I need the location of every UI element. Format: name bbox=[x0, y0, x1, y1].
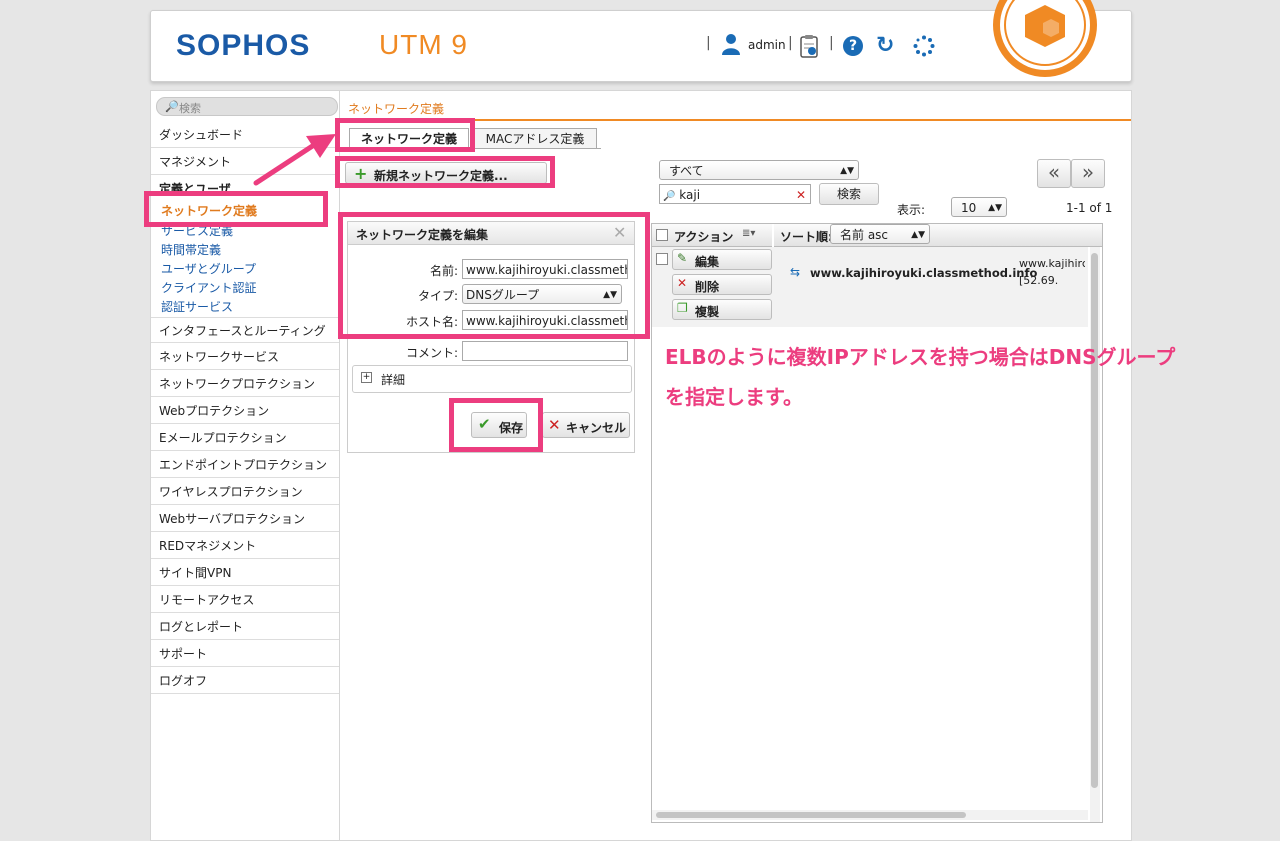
vertical-scrollbar[interactable] bbox=[1090, 247, 1100, 822]
sidebar-subitem-users-groups[interactable]: ユーザとグループ bbox=[161, 260, 256, 277]
product-name: UTM 9 bbox=[379, 29, 468, 60]
header-separator: | bbox=[706, 35, 711, 51]
page-size-value: 10 bbox=[961, 201, 977, 215]
sidebar-item-logoff[interactable]: ログオフ bbox=[151, 668, 339, 694]
select-arrows-icon: ▲▼ bbox=[840, 166, 854, 176]
highlight-new-definition-button bbox=[335, 156, 555, 188]
row-hostname-value: www.kajihirc bbox=[1019, 257, 1085, 270]
row-clone-button[interactable]: ❐ 複製 bbox=[672, 299, 772, 320]
search-icon: 🔎 bbox=[165, 100, 179, 113]
expand-icon[interactable]: + bbox=[361, 372, 372, 383]
next-page-button[interactable]: » bbox=[1071, 159, 1105, 188]
select-arrows-icon: ▲▼ bbox=[911, 230, 925, 240]
sidebar-subitem-client-auth[interactable]: クライアント認証 bbox=[161, 279, 257, 296]
tab-mac-definitions[interactable]: MACアドレス定義 bbox=[473, 128, 597, 149]
sidebar-item-support[interactable]: サポート bbox=[151, 641, 339, 667]
help-icon[interactable]: ? bbox=[843, 36, 863, 56]
comment-input[interactable] bbox=[462, 341, 628, 361]
activity-spinner-icon bbox=[913, 35, 935, 57]
sort-header: ソート順: 名前 asc ▲▼ bbox=[774, 224, 1102, 247]
sidebar-subitem-time-definitions[interactable]: 時間帯定義 bbox=[161, 241, 221, 258]
highlight-save-button bbox=[449, 398, 543, 452]
row-edit-label: 編集 bbox=[695, 255, 720, 269]
details-label: 詳細 bbox=[381, 373, 406, 387]
clipboard-icon[interactable] bbox=[799, 34, 819, 58]
sidebar-item-red-management[interactable]: REDマネジメント bbox=[151, 533, 339, 559]
row-delete-label: 削除 bbox=[695, 280, 720, 294]
comment-label: コメント: bbox=[405, 346, 458, 360]
result-range: 1-1 of 1 bbox=[1066, 201, 1113, 215]
sidebar-item-site-to-site-vpn[interactable]: サイト間VPN bbox=[151, 560, 339, 586]
horizontal-scrollbar[interactable] bbox=[652, 810, 1088, 820]
sidebar-item-email-protection[interactable]: Eメールプロテクション bbox=[151, 425, 339, 451]
clone-icon: ❐ bbox=[677, 301, 688, 315]
filter-select-value: すべて bbox=[669, 164, 704, 178]
details-section[interactable]: + 詳細 bbox=[352, 365, 632, 393]
select-arrows-icon: ▲▼ bbox=[988, 203, 1002, 213]
dns-group-icon: ⇆ bbox=[790, 265, 801, 279]
sidebar-item-webserver-protection[interactable]: Webサーバプロテクション bbox=[151, 506, 339, 532]
sidebar-search-input[interactable]: 🔎 検索 bbox=[156, 97, 338, 116]
annotation-line-2: を指定します。 bbox=[665, 385, 803, 409]
action-header-label: アクション bbox=[674, 230, 734, 244]
row-edit-button[interactable]: ✎ 編集 bbox=[672, 249, 772, 270]
definition-list: アクション ≣▾ ソート順: 名前 asc ▲▼ ✎ 編集 ✕ 削除 ❐ 複製 bbox=[651, 223, 1103, 823]
cancel-label: キャンセル bbox=[566, 421, 627, 435]
edit-icon: ✎ bbox=[677, 251, 688, 265]
horizontal-scrollbar-thumb[interactable] bbox=[656, 812, 966, 818]
page-size-select[interactable]: 10 ▲▼ bbox=[951, 197, 1007, 217]
breadcrumb: ネットワーク定義 bbox=[348, 102, 445, 116]
admin-user-label[interactable]: admin bbox=[748, 38, 786, 52]
sidebar-item-interfaces-routing[interactable]: インタフェースとルーティング bbox=[151, 317, 339, 343]
header-separator: | bbox=[829, 35, 834, 51]
sort-label: ソート順: bbox=[780, 230, 833, 244]
action-column-header[interactable]: アクション ≣▾ bbox=[652, 224, 772, 247]
sidebar-item-endpoint-protection[interactable]: エンドポイントプロテクション bbox=[151, 452, 339, 478]
list-search-input[interactable]: 🔎 kaji ✕ bbox=[659, 184, 811, 204]
user-icon[interactable] bbox=[721, 33, 741, 55]
sidebar-item-network-protection[interactable]: ネットワークプロテクション bbox=[151, 371, 339, 397]
search-icon: 🔎 bbox=[663, 191, 676, 202]
refresh-icon[interactable]: ↻ bbox=[876, 33, 894, 58]
row-checkbox[interactable] bbox=[656, 253, 668, 265]
sort-select-value: 名前 asc bbox=[840, 228, 889, 242]
delete-icon: ✕ bbox=[677, 276, 688, 290]
highlight-network-definition-tab bbox=[335, 118, 475, 152]
sophos-brand-mark-icon bbox=[993, 0, 1097, 77]
select-all-checkbox[interactable] bbox=[656, 229, 668, 241]
clear-search-icon[interactable]: ✕ bbox=[796, 185, 806, 203]
highlight-edit-fields bbox=[338, 212, 650, 339]
sidebar-item-wireless-protection[interactable]: ワイヤレスプロテクション bbox=[151, 479, 339, 505]
row-delete-button[interactable]: ✕ 削除 bbox=[672, 274, 772, 295]
prev-page-button[interactable]: « bbox=[1037, 159, 1071, 188]
x-icon: ✕ bbox=[548, 416, 561, 434]
sidebar-subitem-auth-services[interactable]: 認証サービス bbox=[161, 298, 233, 315]
sophos-logo: SOPHOS bbox=[176, 29, 311, 62]
header-separator: | bbox=[788, 35, 793, 51]
annotation-text: ELBのように複数IPアドレスを持つ場合はDNSグループ を指定します。 bbox=[665, 337, 1265, 417]
annotation-arrow-icon bbox=[253, 134, 336, 186]
sidebar-item-remote-access[interactable]: リモートアクセス bbox=[151, 587, 339, 613]
highlight-network-definition-subitem bbox=[144, 191, 328, 227]
row-ip-value: [52.69. bbox=[1019, 274, 1059, 287]
sidebar-search-placeholder: 検索 bbox=[179, 102, 201, 115]
filter-select[interactable]: すべて ▲▼ bbox=[659, 160, 859, 180]
display-label: 表示: bbox=[897, 203, 926, 217]
row-clone-label: 複製 bbox=[695, 305, 720, 319]
annotation-line-1: ELBのように複数IPアドレスを持つ場合はDNSグループ bbox=[665, 345, 1176, 369]
list-search-value: kaji bbox=[679, 188, 701, 202]
sidebar-item-network-services[interactable]: ネットワークサービス bbox=[151, 344, 339, 370]
column-menu-icon[interactable]: ≣▾ bbox=[742, 228, 755, 239]
app-header: SOPHOS UTM 9 | admin | | ? ↻ bbox=[150, 0, 1132, 82]
search-button[interactable]: 検索 bbox=[819, 183, 879, 205]
sidebar-item-web-protection[interactable]: Webプロテクション bbox=[151, 398, 339, 424]
sort-select[interactable]: 名前 asc ▲▼ bbox=[830, 224, 930, 244]
table-row: ✎ 編集 ✕ 削除 ❐ 複製 ⇆ www.kajihiroyuki.classm… bbox=[652, 247, 1088, 327]
row-definition-name[interactable]: www.kajihiroyuki.classmethod.info bbox=[810, 266, 1037, 280]
sidebar-item-logs-reports[interactable]: ログとレポート bbox=[151, 614, 339, 640]
cancel-button[interactable]: ✕ キャンセル bbox=[542, 412, 630, 438]
vertical-scrollbar-thumb[interactable] bbox=[1091, 253, 1098, 788]
